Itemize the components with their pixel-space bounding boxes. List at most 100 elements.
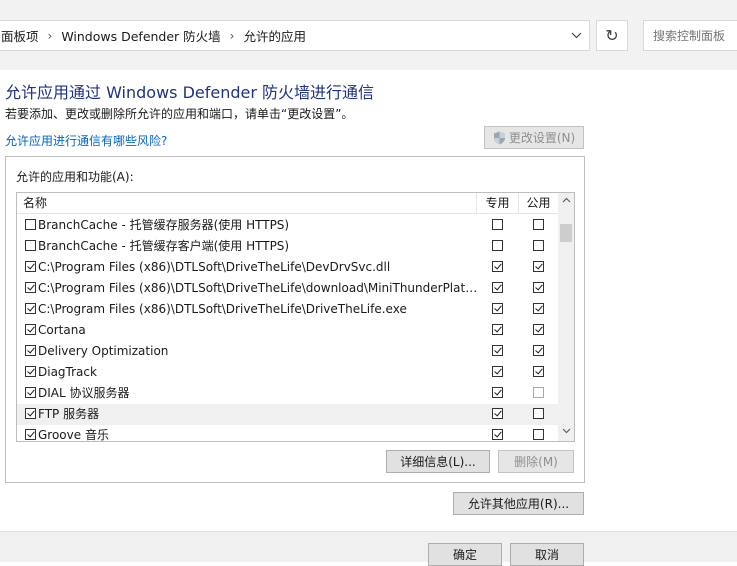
refresh-button[interactable]: ↻ xyxy=(596,20,628,51)
enable-checkbox[interactable] xyxy=(25,282,36,293)
app-name: C:\Program Files (x86)\DTLSoft\DriveTheL… xyxy=(38,302,407,316)
enable-checkbox[interactable] xyxy=(25,240,36,251)
app-name: DIAL 协议服务器 xyxy=(38,386,130,400)
table-row[interactable]: C:\Program Files (x86)\DTLSoft\DriveTheL… xyxy=(17,299,559,320)
breadcrumb-chevron-icon: › xyxy=(47,28,53,43)
private-checkbox[interactable] xyxy=(492,387,503,398)
checkbox-icon xyxy=(492,324,503,335)
table-row[interactable]: Cortana xyxy=(17,320,559,341)
checkbox-icon xyxy=(25,408,36,419)
checkbox-icon xyxy=(533,282,544,293)
checkbox-icon xyxy=(25,303,36,314)
scrollbar-thumb[interactable] xyxy=(560,224,572,242)
enable-checkbox[interactable] xyxy=(25,303,36,314)
app-name: BranchCache - 托管缓存服务器(使用 HTTPS) xyxy=(38,218,290,232)
app-name: Cortana xyxy=(38,323,86,337)
checkbox-icon xyxy=(533,429,544,440)
app-name: FTP 服务器 xyxy=(38,407,100,421)
enable-checkbox[interactable] xyxy=(25,345,36,356)
enable-checkbox[interactable] xyxy=(25,324,36,335)
chevron-down-icon[interactable] xyxy=(563,21,589,50)
enable-checkbox[interactable] xyxy=(25,261,36,272)
public-checkbox[interactable] xyxy=(533,282,544,293)
table-row[interactable]: BranchCache - 托管缓存客户端(使用 HTTPS) xyxy=(17,236,559,257)
checkbox-icon xyxy=(25,282,36,293)
private-checkbox[interactable] xyxy=(492,429,503,440)
scroll-down-icon[interactable] xyxy=(558,424,574,441)
list-scrollbar[interactable] xyxy=(558,193,574,441)
private-checkbox[interactable] xyxy=(492,408,503,419)
scroll-up-icon[interactable] xyxy=(558,193,574,210)
private-checkbox[interactable] xyxy=(492,261,503,272)
table-row[interactable]: FTP 服务器 xyxy=(17,404,559,425)
private-checkbox[interactable] xyxy=(492,366,503,377)
public-checkbox[interactable] xyxy=(533,429,544,440)
private-checkbox[interactable] xyxy=(492,282,503,293)
public-checkbox[interactable] xyxy=(533,366,544,377)
delete-button[interactable]: 删除(M) xyxy=(498,450,574,473)
table-row[interactable]: C:\Program Files (x86)\DTLSoft\DriveTheL… xyxy=(17,257,559,278)
table-row[interactable]: Groove 音乐 xyxy=(17,425,559,442)
public-checkbox[interactable] xyxy=(533,387,544,398)
ok-button[interactable]: 确定 xyxy=(428,543,502,566)
public-checkbox[interactable] xyxy=(533,219,544,230)
checkbox-icon xyxy=(25,261,36,272)
checkbox-icon xyxy=(492,240,503,251)
column-header-public[interactable]: 公用 xyxy=(518,193,559,214)
allowed-apps-label: 允许的应用和功能(A): xyxy=(16,170,134,184)
allowed-apps-list[interactable]: 名称 专用 公用 BranchCache - 托管缓存服务器(使用 HTTPS)… xyxy=(16,192,575,442)
checkbox-icon xyxy=(492,303,503,314)
public-checkbox[interactable] xyxy=(533,303,544,314)
address-bar[interactable]: 面板项 › Windows Defender 防火墙 › 允许的应用 xyxy=(0,20,590,51)
app-name: Groove 音乐 xyxy=(38,428,109,442)
search-input[interactable] xyxy=(643,20,737,51)
checkbox-icon xyxy=(25,219,36,230)
column-header-name[interactable]: 名称 xyxy=(23,193,47,214)
enable-checkbox[interactable] xyxy=(25,219,36,230)
private-checkbox[interactable] xyxy=(492,345,503,356)
change-settings-button[interactable]: 更改设置(N) xyxy=(484,126,584,149)
checkbox-icon xyxy=(533,261,544,272)
table-row[interactable]: DiagTrack xyxy=(17,362,559,383)
checkbox-icon xyxy=(533,303,544,314)
allow-other-app-button[interactable]: 允许其他应用(R)... xyxy=(453,492,584,515)
table-row[interactable]: DIAL 协议服务器 xyxy=(17,383,559,404)
cancel-button[interactable]: 取消 xyxy=(510,543,584,566)
private-checkbox[interactable] xyxy=(492,219,503,230)
enable-checkbox[interactable] xyxy=(25,366,36,377)
enable-checkbox[interactable] xyxy=(25,408,36,419)
private-checkbox[interactable] xyxy=(492,324,503,335)
public-checkbox[interactable] xyxy=(533,240,544,251)
checkbox-icon xyxy=(492,261,503,272)
public-checkbox[interactable] xyxy=(533,408,544,419)
checkbox-icon xyxy=(533,366,544,377)
app-name: C:\Program Files (x86)\DTLSoft\DriveTheL… xyxy=(38,281,478,295)
column-header-private[interactable]: 专用 xyxy=(476,193,518,214)
app-name: Delivery Optimization xyxy=(38,344,169,358)
breadcrumb-item-allowed-apps[interactable]: 允许的应用 xyxy=(243,26,306,45)
app-name: BranchCache - 托管缓存客户端(使用 HTTPS) xyxy=(38,239,290,253)
details-button[interactable]: 详细信息(L)... xyxy=(386,450,490,473)
breadcrumb-item-control-panel-items[interactable]: 面板项 xyxy=(1,26,39,45)
checkbox-icon xyxy=(533,387,544,398)
checkbox-icon xyxy=(25,366,36,377)
breadcrumb-item-firewall[interactable]: Windows Defender 防火墙 xyxy=(61,26,220,45)
private-checkbox[interactable] xyxy=(492,240,503,251)
page-title: 允许应用通过 Windows Defender 防火墙进行通信 xyxy=(5,83,375,102)
table-row[interactable]: C:\Program Files (x86)\DTLSoft\DriveTheL… xyxy=(17,278,559,299)
public-checkbox[interactable] xyxy=(533,345,544,356)
app-name: DiagTrack xyxy=(38,365,97,379)
page-subtitle: 若要添加、更改或删除所允许的应用和端口，请单击“更改设置”。 xyxy=(5,107,354,121)
private-checkbox[interactable] xyxy=(492,303,503,314)
enable-checkbox[interactable] xyxy=(25,429,36,440)
public-checkbox[interactable] xyxy=(533,261,544,272)
list-rows: BranchCache - 托管缓存服务器(使用 HTTPS) BranchCac… xyxy=(17,215,559,442)
list-header: 名称 专用 公用 xyxy=(17,193,559,214)
dialog-footer: 确定 取消 xyxy=(0,531,737,566)
change-settings-label: 更改设置(N) xyxy=(508,131,576,145)
enable-checkbox[interactable] xyxy=(25,387,36,398)
table-row[interactable]: BranchCache - 托管缓存服务器(使用 HTTPS) xyxy=(17,215,559,236)
table-row[interactable]: Delivery Optimization xyxy=(17,341,559,362)
public-checkbox[interactable] xyxy=(533,324,544,335)
risk-help-link[interactable]: 允许应用进行通信有哪些风险? xyxy=(5,132,167,149)
